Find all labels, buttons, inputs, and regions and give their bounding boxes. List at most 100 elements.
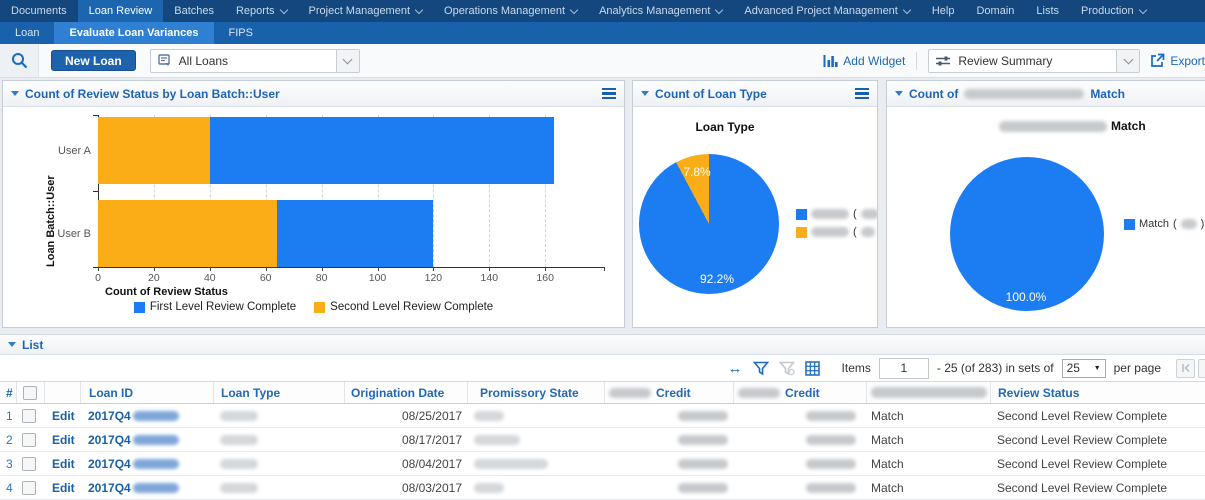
collapse-panel-icon[interactable] <box>895 91 903 96</box>
loan-id-link[interactable]: 2017Q4 <box>80 409 131 423</box>
top-nav-item-help[interactable]: Help <box>921 0 966 22</box>
cell-loan_id: 2017Q4 <box>80 476 213 499</box>
cell-state <box>467 476 604 499</box>
match-value: Match <box>866 457 904 471</box>
first-page-button[interactable] <box>1176 359 1195 378</box>
export-button[interactable]: Export <box>1150 53 1205 68</box>
row-checkbox[interactable] <box>22 409 36 423</box>
cell-match: Match <box>866 452 990 475</box>
collapse-panel-icon[interactable] <box>641 91 649 96</box>
sub-nav-item-fips[interactable]: FIPS <box>214 22 268 44</box>
row-number-link[interactable]: 2 <box>0 433 13 447</box>
edit-link[interactable]: Edit <box>44 433 75 447</box>
top-nav-item-batches[interactable]: Batches <box>163 0 225 22</box>
cell-date: 08/03/2017 <box>344 476 467 499</box>
filter-icon[interactable] <box>753 361 769 376</box>
add-widget-label: Add Widget <box>843 54 905 68</box>
chevron-down-icon <box>343 54 353 64</box>
loan-id-link[interactable]: 2017Q4 <box>80 481 131 495</box>
cell-credit2 <box>733 476 866 499</box>
col-header-loan-id[interactable]: Loan ID <box>81 386 133 400</box>
top-nav-item-analytics-management[interactable]: Analytics Management <box>588 0 733 22</box>
pie-legend-item: Match () <box>1124 218 1204 230</box>
summary-selector-dropdown-button[interactable] <box>1116 50 1139 72</box>
resize-columns-icon[interactable]: ↔ <box>728 361 743 376</box>
clear-filter-icon[interactable] <box>779 361 795 376</box>
col-header-loan-type[interactable]: Loan Type <box>214 386 280 400</box>
top-nav-item-production[interactable]: Production <box>1070 0 1157 22</box>
col-header-origination-date[interactable]: Origination Date <box>345 386 444 400</box>
col-header-review-status[interactable]: Review Status <box>991 386 1079 400</box>
page-size-select[interactable]: 25▼ <box>1062 359 1106 378</box>
bar-segment-second-level-review-complete[interactable] <box>98 117 210 184</box>
loan-id-link[interactable]: 2017Q4 <box>80 457 131 471</box>
pie-match[interactable] <box>950 157 1104 311</box>
panel-loan-type: Count of Loan Type Loan Type 7.8% 92.2% … <box>632 80 878 328</box>
col-header-num[interactable]: # <box>0 386 13 400</box>
collapse-panel-icon[interactable] <box>11 91 19 96</box>
legend-label: Match <box>1139 218 1169 230</box>
table-row: 4Edit2017Q408/03/2017MatchSecond Level R… <box>0 476 1205 500</box>
view-selector[interactable]: All Loans <box>150 49 360 73</box>
pie-slice-label: 92.2% <box>700 272 734 286</box>
sub-nav-item-label: Evaluate Loan Variances <box>69 27 198 39</box>
summary-selector[interactable]: Review Summary <box>928 49 1140 73</box>
sub-nav-item-evaluate-loan-variances[interactable]: Evaluate Loan Variances <box>54 22 213 44</box>
panel-menu-icon[interactable] <box>602 88 616 100</box>
redacted-text <box>474 435 520 445</box>
new-loan-button[interactable]: New Loan <box>51 50 136 71</box>
top-nav-item-label: Batches <box>174 5 214 17</box>
top-nav-item-project-management[interactable]: Project Management <box>298 0 434 22</box>
search-button[interactable] <box>0 44 39 77</box>
first-page-icon <box>1181 363 1191 373</box>
bar-segment-first-level-review-complete[interactable] <box>277 200 434 267</box>
cell-cb <box>16 476 44 499</box>
x-axis-line <box>94 267 605 268</box>
top-nav-item-domain[interactable]: Domain <box>965 0 1025 22</box>
edit-link[interactable]: Edit <box>44 481 75 495</box>
top-nav-item-lists[interactable]: Lists <box>1025 0 1070 22</box>
select-all-checkbox[interactable] <box>23 386 37 400</box>
top-nav-item-loan-review[interactable]: Loan Review <box>78 0 164 22</box>
bar-segment-first-level-review-complete[interactable] <box>210 117 554 184</box>
collapse-list-icon[interactable] <box>8 342 16 347</box>
row-number-link[interactable]: 4 <box>0 481 13 495</box>
row-checkbox[interactable] <box>22 433 36 447</box>
bar-segment-second-level-review-complete[interactable] <box>98 200 277 267</box>
row-checkbox[interactable] <box>22 481 36 495</box>
table-header-row: # Loan ID Loan Type Origination Date Promiss… <box>0 381 1205 404</box>
cell-num: 1 <box>0 404 16 427</box>
cell-state <box>467 428 604 451</box>
col-header-promissory-state[interactable]: Promissory State <box>468 386 579 400</box>
edit-link[interactable]: Edit <box>44 409 75 423</box>
row-checkbox[interactable] <box>22 457 36 471</box>
origination-date: 08/25/2017 <box>402 409 467 423</box>
header-cell-review: Review Status <box>990 382 1205 403</box>
redacted-text <box>220 459 258 469</box>
cell-credit1 <box>604 476 733 499</box>
row-number-link[interactable]: 1 <box>0 409 13 423</box>
header-cell-cb <box>16 382 44 403</box>
edit-link[interactable]: Edit <box>44 457 75 471</box>
redacted-text <box>811 209 849 219</box>
top-nav-item-advanced-project-management[interactable]: Advanced Project Management <box>733 0 920 22</box>
loan-id-link[interactable]: 2017Q4 <box>80 433 131 447</box>
top-nav-item-reports[interactable]: Reports <box>225 0 298 22</box>
row-number-link[interactable]: 3 <box>0 457 13 471</box>
top-nav-item-documents[interactable]: Documents <box>0 0 78 22</box>
add-widget-button[interactable]: Add Widget <box>823 54 905 68</box>
panel-title: Count of Review Status by Loan Batch::Us… <box>25 87 280 101</box>
top-nav-item-operations-management[interactable]: Operations Management <box>433 0 588 22</box>
col-header-credit[interactable]: Credit <box>780 386 820 400</box>
panel-menu-icon[interactable] <box>855 88 869 100</box>
redacted-text <box>474 459 548 469</box>
sub-nav-item-loan[interactable]: Loan <box>0 22 54 44</box>
col-header-credit[interactable]: Credit <box>651 386 691 400</box>
top-nav-item-label: Lists <box>1036 5 1059 17</box>
prev-page-button[interactable] <box>1198 359 1205 378</box>
chevron-down-icon <box>715 5 723 13</box>
col-header-match-redacted[interactable] <box>871 387 987 398</box>
items-start-input[interactable] <box>879 358 929 379</box>
grid-columns-icon[interactable] <box>805 361 820 376</box>
view-selector-dropdown-button[interactable] <box>336 50 359 72</box>
